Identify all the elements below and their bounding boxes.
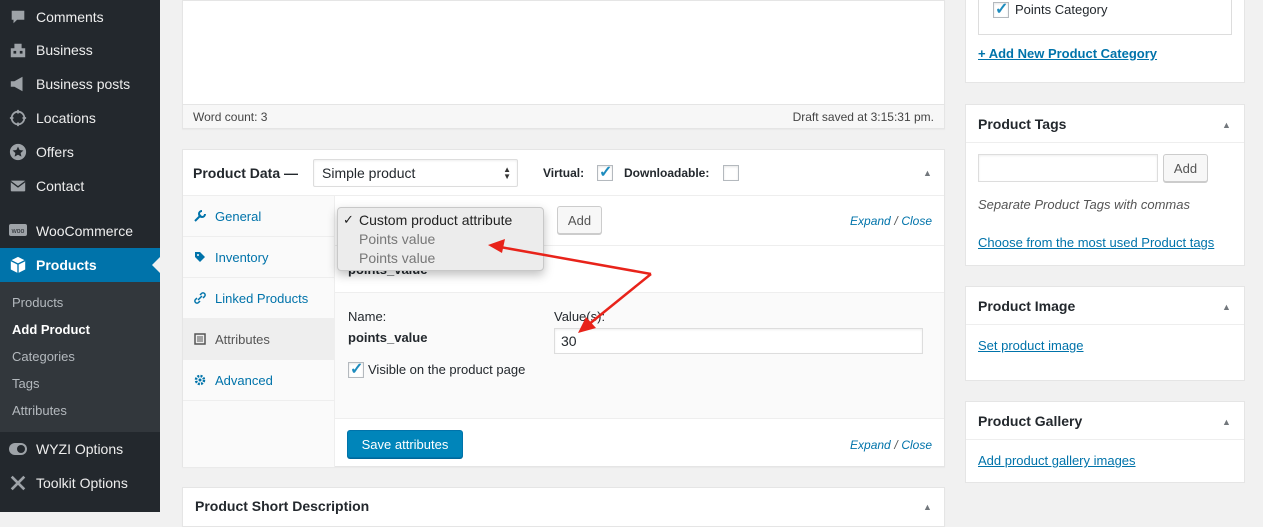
- divider: [966, 439, 1244, 440]
- product-tags-title: Product Tags: [978, 116, 1067, 132]
- add-tag-button[interactable]: Add: [1163, 154, 1208, 182]
- choose-tags-link[interactable]: Choose from the most used Product tags: [978, 235, 1214, 250]
- tag-input[interactable]: [978, 154, 1158, 182]
- product-tags-box: Product Tags ▲ Add Separate Product Tags…: [965, 104, 1245, 266]
- collapse-toggle-icon[interactable]: ▲: [1222, 120, 1231, 130]
- collapse-toggle-icon[interactable]: ▲: [923, 502, 932, 512]
- short-description-box: Product Short Description ▲: [182, 487, 945, 527]
- collapse-toggle-icon[interactable]: ▲: [1222, 302, 1231, 312]
- points-category-label: Points Category: [1015, 2, 1108, 17]
- product-gallery-box: Product Gallery ▲ Add product gallery im…: [965, 401, 1245, 483]
- product-categories-box: ✓ Points Category + Add New Product Cate…: [965, 0, 1245, 83]
- product-gallery-title: Product Gallery: [978, 413, 1083, 429]
- set-product-image-link[interactable]: Set product image: [978, 338, 1084, 353]
- add-gallery-images-link[interactable]: Add product gallery images: [978, 453, 1136, 468]
- product-image-box: Product Image ▲ Set product image: [965, 286, 1245, 381]
- collapse-toggle-icon[interactable]: ▲: [1222, 417, 1231, 427]
- red-arrow-icon: [488, 239, 652, 333]
- categories-list: ✓ Points Category: [978, 0, 1232, 35]
- product-image-title: Product Image: [978, 298, 1076, 314]
- divider: [966, 324, 1244, 325]
- checkmark-icon: ✓: [995, 1, 1009, 18]
- tags-hint: Separate Product Tags with commas: [978, 197, 1190, 212]
- points-category-checkbox[interactable]: ✓: [993, 1, 1009, 18]
- divider: [966, 142, 1244, 143]
- add-new-category-link[interactable]: + Add New Product Category: [978, 46, 1157, 61]
